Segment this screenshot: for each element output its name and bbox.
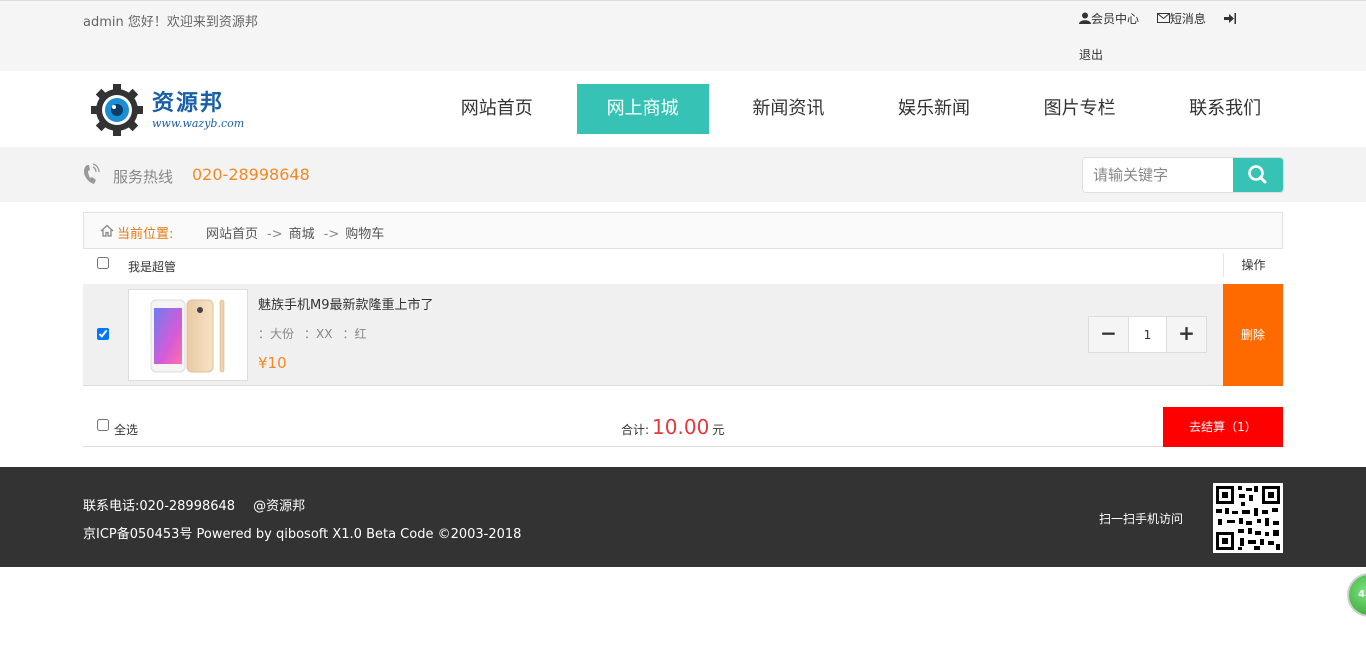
attr-size: ：大份 <box>258 327 295 341</box>
home-icon <box>100 224 114 237</box>
logo-brand-text: 资源邦 <box>152 90 225 116</box>
welcome-text: admin 您好！欢迎来到资源邦 <box>83 15 258 30</box>
breadcrumb-separator: -> <box>323 227 340 242</box>
attr-model: ：XX <box>304 327 333 341</box>
hotline-label: 服务热线 <box>113 168 174 186</box>
cart-summary: 全选 合计: 10.00 元 去结算（1） <box>83 407 1283 447</box>
envelope-icon <box>1156 13 1170 23</box>
search-input[interactable] <box>1083 158 1233 192</box>
delete-button[interactable]: 删除 <box>1223 284 1283 386</box>
user-icon <box>1079 12 1091 24</box>
logo-url-text: www.wazyb.com <box>152 117 245 130</box>
nav-item-home[interactable]: 网站首页 <box>424 84 570 134</box>
search-icon <box>1248 165 1267 184</box>
select-all-checkbox[interactable] <box>97 419 109 431</box>
breadcrumb-cart: 购物车 <box>345 227 385 242</box>
nav-item-contact[interactable]: 联系我们 <box>1152 84 1298 134</box>
top-bar: admin 您好！欢迎来到资源邦 会员中心 短消息 退出 <box>0 0 1366 71</box>
nav-item-pictures[interactable]: 图片专栏 <box>1007 84 1153 134</box>
cart-item-row: 魅族手机M9最新款隆重上市了 ：大份 ：XX ：红 ¥10 − + 删除 <box>83 284 1283 386</box>
phone-icon <box>83 163 100 184</box>
messages-label: 短消息 <box>1169 12 1206 26</box>
product-price: ¥10 <box>258 354 287 372</box>
quantity-stepper: − + <box>1088 316 1207 353</box>
product-name[interactable]: 魅族手机M9最新款隆重上市了 <box>258 294 434 313</box>
breadcrumb-separator: -> <box>267 227 283 242</box>
qr-code-icon <box>1213 483 1283 553</box>
hotline-number: 020-28998648 <box>192 165 310 184</box>
footer-phone: 联系电话:020-28998648 <box>83 499 236 514</box>
quantity-minus-button[interactable]: − <box>1089 317 1128 352</box>
shop-checkbox[interactable] <box>97 257 109 269</box>
select-all-label[interactable]: 全选 <box>114 421 138 438</box>
top-links: 会员中心 短消息 <box>1079 10 1279 28</box>
total-amount: 10.00 <box>652 415 710 439</box>
nav-item-mall[interactable]: 网上商城 <box>576 84 709 134</box>
site-header: 资源邦 www.wazyb.com 网站首页 网上商城 新闻资讯 娱乐新闻 图片… <box>0 71 1366 147</box>
quantity-plus-button[interactable]: + <box>1167 317 1206 352</box>
checkout-button[interactable]: 去结算（1） <box>1163 407 1283 447</box>
logout-icon <box>1223 13 1236 24</box>
breadcrumb-path: 网站首页 -> 商城 -> 购物车 <box>206 223 384 242</box>
product-thumbnail[interactable] <box>128 289 248 381</box>
shop-owner-name: 我是超管 <box>128 260 177 274</box>
search-box <box>1082 157 1284 193</box>
nav-item-news[interactable]: 新闻资讯 <box>716 84 862 134</box>
site-logo[interactable]: 资源邦 www.wazyb.com <box>90 81 250 137</box>
logout-link[interactable]: 退出 <box>1079 46 1103 63</box>
cart-header: 我是超管 操作 <box>83 249 1283 283</box>
quantity-input[interactable] <box>1128 317 1167 352</box>
operation-header: 操作 <box>1223 253 1283 277</box>
breadcrumb-home[interactable]: 网站首页 <box>206 227 258 242</box>
footer-scan-text: 扫一扫手机访问 <box>1099 512 1184 526</box>
gear-eye-logo-icon <box>91 84 143 136</box>
messages-link[interactable]: 短消息 <box>1156 12 1210 26</box>
total-currency: 元 <box>712 423 725 437</box>
member-center-link[interactable]: 会员中心 <box>1079 12 1143 26</box>
breadcrumb: 当前位置: 网站首页 -> 商城 -> 购物车 <box>83 212 1283 249</box>
search-button[interactable] <box>1233 158 1283 192</box>
main-nav: 网站首页 网上商城 新闻资讯 娱乐新闻 图片专栏 联系我们 <box>424 84 1298 134</box>
logout-icon-link[interactable] <box>1223 12 1236 26</box>
breadcrumb-mall[interactable]: 商城 <box>289 227 315 242</box>
footer-contact: 联系电话:020-28998648 @资源邦 <box>83 495 305 514</box>
footer-weibo[interactable]: @资源邦 <box>253 499 305 514</box>
site-footer: 联系电话:020-28998648 @资源邦 京ICP备050453号 Power… <box>0 467 1366 567</box>
current-location-label: 当前位置: <box>117 227 174 242</box>
item-checkbox[interactable] <box>97 328 109 340</box>
total-label: 合计: <box>621 423 650 437</box>
phone-product-image <box>150 299 225 373</box>
footer-icp: 京ICP备050453号 Powered by qibosoft X1.0 Be… <box>83 527 522 542</box>
nav-item-entertainment[interactable]: 娱乐新闻 <box>861 84 1007 134</box>
product-attributes: ：大份 ：XX ：红 <box>258 325 376 342</box>
service-bar: 服务热线 020-28998648 <box>0 147 1366 202</box>
attr-color: ：红 <box>342 327 367 341</box>
floating-badge[interactable]: 48 <box>1347 573 1366 617</box>
member-center-label: 会员中心 <box>1091 12 1140 26</box>
total-price: 合计: 10.00 元 <box>621 415 724 439</box>
